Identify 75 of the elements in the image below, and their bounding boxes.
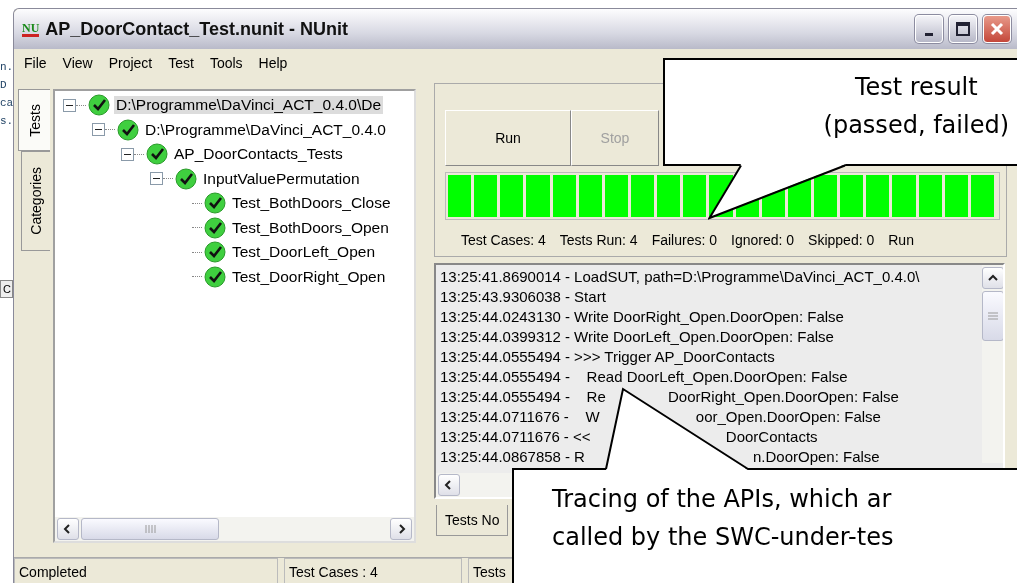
- callout-text: Test result (passed, failed): [823, 72, 1009, 141]
- background-code-text: D: [0, 78, 8, 93]
- log-time: 13:25:44.0243130: [440, 307, 561, 327]
- window-title: AP_DoorContact_Test.nunit - NUnit: [45, 18, 349, 40]
- collapse-icon[interactable]: [92, 123, 105, 137]
- log-time: 13:25:43.9306038: [440, 287, 561, 307]
- log-message: n.DoorOpen: False: [752, 447, 880, 467]
- grip-icon: [144, 525, 156, 533]
- log-message: - Write DoorRight_Open.DoorOpen: False: [564, 307, 844, 327]
- log-message: - W: [563, 407, 601, 427]
- log-message: - >>> Trigger AP_DoorContacts: [564, 347, 775, 367]
- menu-item[interactable]: Tools: [201, 55, 251, 71]
- log-message: - R: [564, 447, 586, 467]
- background-code-text: ca: [0, 96, 13, 111]
- tree-item[interactable]: InputValuePermutation: [201, 169, 362, 188]
- menu-item[interactable]: Test: [160, 55, 202, 71]
- tree-item[interactable]: Test_BothDoors_Close: [230, 194, 393, 213]
- scroll-thumb[interactable]: [81, 518, 219, 540]
- log-time: 13:25:44.0867858: [440, 447, 561, 467]
- summary-text: Run: [888, 232, 914, 248]
- close-button[interactable]: [983, 15, 1011, 43]
- summary-text: Tests Run: 4: [559, 232, 638, 248]
- log-message: - Start: [564, 287, 606, 307]
- status-text: Test Cases : 4: [284, 558, 462, 583]
- log-time: 13:25:44.0555494: [440, 387, 561, 407]
- log-time: 13:25:44.0711676: [440, 407, 560, 427]
- app-logo: NU: [22, 21, 40, 37]
- scroll-thumb[interactable]: [982, 291, 1003, 341]
- log-time: 13:25:44.0399312: [440, 327, 561, 347]
- status-text: Completed: [14, 558, 278, 583]
- menu-item[interactable]: File: [16, 55, 55, 71]
- maximize-button[interactable]: [949, 15, 977, 43]
- log-message: - LoadSUT, path=D:\Programme\DaVinci_ACT_0.4.0\: [564, 267, 920, 287]
- summary-text: Test Cases: 4: [461, 232, 546, 248]
- tree-item[interactable]: Test_DoorLeft_Open: [230, 243, 378, 262]
- tree-item[interactable]: Test_BothDoors_Open: [230, 218, 391, 237]
- tree-item[interactable]: D:\Programme\DaVinci_ACT_0.4.0: [143, 120, 388, 139]
- log-message: - <<: [563, 427, 592, 447]
- log-message: - Read DoorLeft_Open.DoorOpen: False: [564, 367, 848, 387]
- side-tab[interactable]: Tests: [18, 89, 50, 151]
- tree-item[interactable]: Test_DoorRight_Open: [230, 267, 388, 286]
- callout-text: Tracing of the APIs, which ar called by the SWC-under-tes: [552, 484, 894, 553]
- log-message: DoorContacts: [725, 427, 818, 447]
- maximize-icon: [956, 22, 970, 36]
- scroll-left-button[interactable]: [438, 474, 460, 496]
- horizontal-scrollbar[interactable]: [55, 517, 414, 541]
- side-tab[interactable]: Categories: [21, 151, 50, 251]
- summary-text: Skipped: 0: [808, 232, 875, 248]
- tree-item[interactable]: D:\Programme\DaVinci_ACT_0.4.0\De: [114, 96, 384, 115]
- log-message: - Re: [564, 387, 607, 407]
- minimize-icon: [925, 32, 933, 36]
- collapse-icon[interactable]: [63, 98, 76, 112]
- grip-icon: [988, 312, 998, 320]
- background-code-text: s.: [0, 114, 13, 129]
- summary-text: Failures: 0: [651, 232, 717, 248]
- tree-item[interactable]: AP_DoorContacts_Tests: [172, 145, 345, 164]
- log-time: 13:25:44.0711676: [440, 427, 560, 447]
- vertical-scrollbar[interactable]: [982, 265, 1003, 463]
- menu-item[interactable]: Project: [100, 55, 161, 71]
- result-tab[interactable]: Tests No: [436, 505, 509, 536]
- minimize-button[interactable]: [915, 15, 943, 43]
- menu-item[interactable]: Help: [250, 55, 296, 71]
- close-icon: [990, 22, 1004, 36]
- background-code-text: n.: [0, 60, 13, 75]
- log-message: oor_Open.DoorOpen: False: [695, 407, 881, 427]
- collapse-icon[interactable]: [150, 172, 163, 186]
- summary-text: Ignored: 0: [731, 232, 795, 248]
- run-control-button[interactable]: Run: [445, 110, 571, 166]
- log-message: - Write DoorLeft_Open.DoorOpen: False: [564, 327, 834, 347]
- log-time: 13:25:41.8690014: [440, 267, 561, 287]
- log-time: 13:25:44.0555494: [440, 347, 561, 367]
- log-time: 13:25:44.0555494: [440, 367, 561, 387]
- collapse-icon[interactable]: [121, 147, 134, 161]
- menu-item[interactable]: View: [54, 55, 101, 71]
- log-message: DoorRight_Open.DoorOpen: False: [667, 387, 899, 407]
